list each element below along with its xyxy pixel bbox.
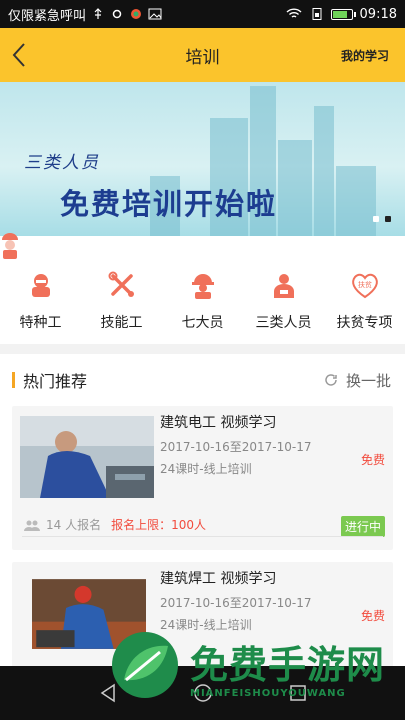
section-accent-bar (12, 372, 15, 388)
status-badge: 进行中 (340, 516, 385, 537)
tools-icon (108, 271, 134, 297)
id-badge-icon (273, 274, 294, 298)
carrier-text: 仅限紧急呼叫 (8, 8, 87, 24)
sim-icon (312, 8, 322, 20)
app-icon (131, 9, 142, 19)
course-title: 建筑焊工 视频学习 (160, 571, 277, 587)
course-card[interactable]: 建筑电工 视频学习 2017-10-16至2017-10-17 24课时-线上培… (12, 406, 393, 550)
clock: 09:18 (359, 6, 397, 22)
enroll-info: 14 人报名 报名上限：100人 (24, 516, 206, 533)
category-skilled-workers[interactable]: 技能工 (81, 270, 162, 344)
watermark-subtext: MIANFEISHOUYOUWANG (190, 688, 346, 699)
category-seven-roles[interactable]: 七大员 (162, 270, 243, 344)
banner-headline: 免费培训开始啦 (60, 187, 278, 221)
app-header: 培训 我的学习 (0, 28, 405, 82)
battery-icon (330, 8, 356, 20)
wifi-icon (286, 8, 302, 18)
category-label: 特种工 (19, 315, 62, 331)
hardhat-icon (191, 274, 214, 299)
category-three-types[interactable]: 三类人员 (243, 270, 324, 344)
site-watermark: 免费手游网 MIANFEISHOUYOUWANG (108, 628, 400, 714)
hot-header: 热门推荐 换一批 (0, 354, 405, 406)
banner-pager (373, 216, 391, 222)
banner-building (336, 166, 376, 236)
enrolled-count: 14 人报名 (46, 518, 102, 532)
category-row: 特种工 技能工 七大员 三类人员 扶贫 扶贫专项 (0, 236, 405, 344)
refresh-label: 换一批 (345, 371, 391, 390)
heart-badge-text: 扶贫 (358, 280, 372, 289)
category-poverty-relief[interactable]: 扶贫 扶贫专项 (324, 270, 405, 344)
page-title: 培训 (185, 47, 220, 68)
category-label: 技能工 (100, 315, 143, 331)
people-icon (24, 520, 40, 531)
category-label: 三类人员 (255, 315, 312, 331)
category-label: 扶贫专项 (336, 315, 393, 331)
course-date: 2017-10-16至2017-10-17 (160, 596, 312, 610)
banner-building (278, 140, 312, 236)
course-mode: 24课时-线上培训 (160, 462, 252, 476)
course-date: 2017-10-16至2017-10-17 (160, 440, 312, 454)
enroll-limit: 报名上限：100人 (111, 518, 206, 532)
course-thumbnail (20, 416, 154, 498)
price-tag: 免费 (360, 453, 385, 467)
watermark-text: 免费手游网 (190, 643, 386, 687)
hot-title: 热门推荐 (23, 372, 88, 391)
image-icon (148, 8, 162, 20)
usb-icon (94, 8, 102, 19)
divider (22, 536, 383, 537)
category-label: 七大员 (181, 315, 224, 331)
refresh-button[interactable]: 换一批 (324, 370, 391, 391)
worker-icon (31, 274, 50, 297)
pager-dot[interactable] (373, 216, 379, 222)
banner-building (314, 106, 334, 236)
category-special-workers[interactable]: 特种工 (0, 270, 81, 344)
pager-dot-active[interactable] (385, 216, 391, 222)
mascot-icon[interactable] (0, 230, 22, 260)
back-arrow-icon[interactable] (8, 38, 32, 72)
course-title: 建筑电工 视频学习 (160, 415, 277, 431)
refresh-icon (325, 374, 337, 386)
price-tag: 免费 (360, 609, 385, 623)
leaf-logo-icon (112, 632, 178, 698)
promo-banner[interactable]: 三类人员 免费培训开始啦 (0, 82, 405, 236)
my-learning-link[interactable]: 我的学习 (341, 47, 389, 64)
status-bar: 仅限紧急呼叫 09:18 (0, 0, 405, 28)
heart-badge-icon: 扶贫 (351, 273, 378, 299)
banner-subtitle: 三类人员 (24, 153, 100, 173)
gear-icon (112, 9, 122, 19)
